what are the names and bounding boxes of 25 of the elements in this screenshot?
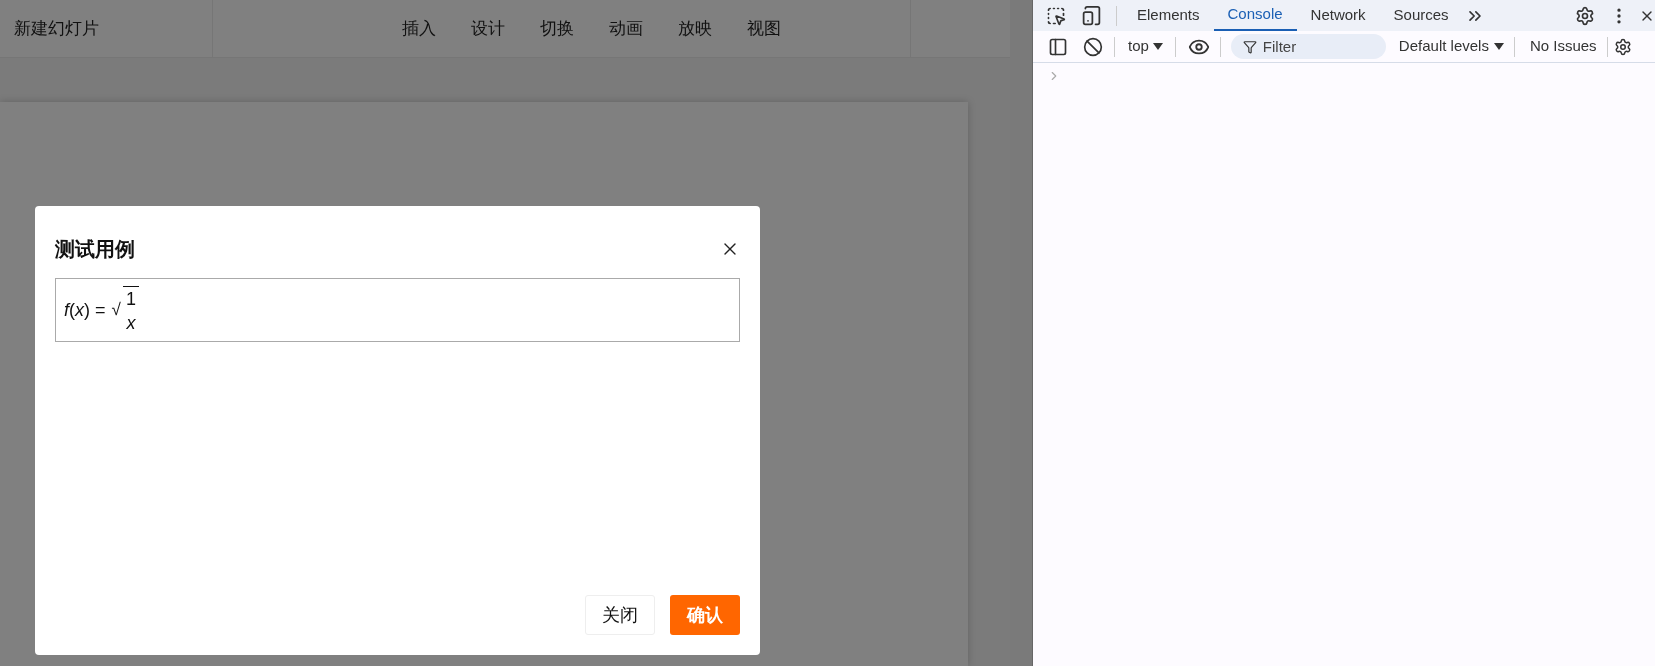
clear-icon[interactable] — [1083, 36, 1103, 57]
caret-icon — [1152, 43, 1163, 50]
cancel-button[interactable]: 关闭 — [585, 595, 655, 635]
menu-item[interactable]: 动画 — [609, 15, 643, 42]
caret-icon — [1493, 43, 1504, 50]
devtools-tab[interactable]: Network — [1296, 0, 1380, 31]
settings-icon[interactable] — [1613, 37, 1632, 56]
menu-item[interactable]: 设计 — [471, 15, 505, 42]
sidebar-icon[interactable] — [1048, 36, 1068, 57]
menu-item[interactable]: 视图 — [747, 15, 781, 42]
menu-item[interactable]: 切换 — [540, 15, 574, 42]
menu-item[interactable]: 放映 — [678, 15, 712, 42]
levels-dropdown[interactable]: Default levels — [1398, 35, 1504, 58]
devtools-tab[interactable]: Elements — [1123, 0, 1214, 31]
settings-icon[interactable] — [1575, 5, 1595, 26]
devtools-tab[interactable]: Sources — [1379, 0, 1463, 31]
inspect-icon[interactable] — [1046, 5, 1066, 26]
context-dropdown[interactable]: top — [1128, 35, 1163, 58]
menu-item[interactable]: 插入 — [402, 15, 436, 42]
dialog-title: 测试用例 — [55, 237, 135, 262]
device-icon[interactable] — [1081, 5, 1102, 26]
filter-field[interactable]: Filter — [1230, 34, 1386, 59]
filter-icon — [1242, 40, 1257, 54]
document-title: 新建幻灯片 — [14, 17, 99, 40]
issues-button[interactable]: No Issues — [1529, 35, 1597, 58]
